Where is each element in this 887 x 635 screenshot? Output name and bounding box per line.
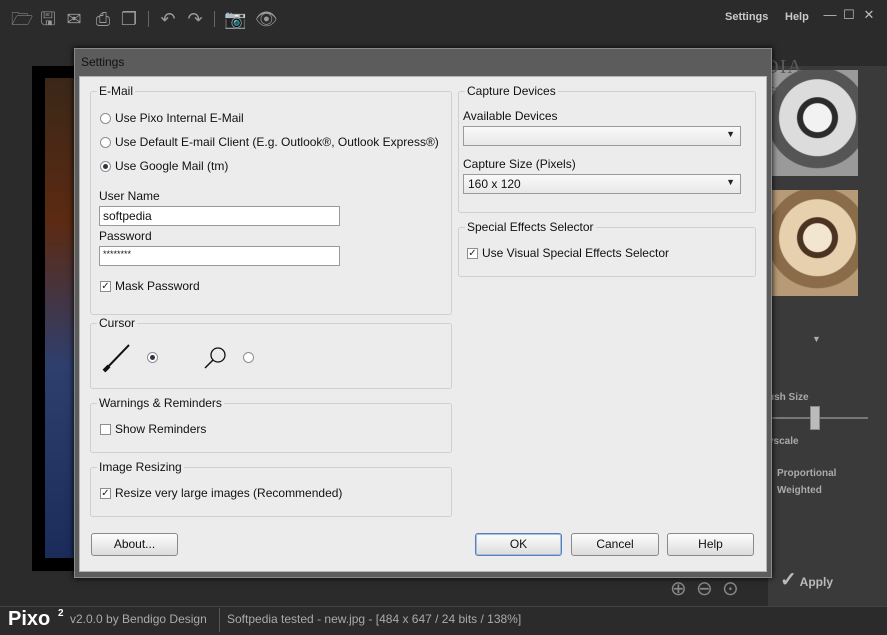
resize-images-checkbox[interactable]: ✓ (100, 488, 111, 499)
dialog-title: Settings (81, 55, 125, 69)
undo-icon[interactable]: ↶ (157, 8, 179, 30)
brush-cursor-icon (102, 344, 130, 373)
maximize-button[interactable]: ☐ (842, 8, 856, 22)
show-reminders-checkbox[interactable] (100, 424, 111, 435)
copy-icon[interactable]: ❐ (118, 8, 140, 30)
radio-pixo-internal-label[interactable]: Use Pixo Internal E-Mail (115, 111, 244, 125)
mask-password-label[interactable]: Mask Password (115, 279, 200, 293)
special-effects-group-title: Special Effects Selector (465, 220, 596, 234)
capture-size-label: Capture Size (Pixels) (463, 157, 576, 171)
print-icon[interactable]: ⎙ (92, 8, 114, 30)
app-logo: Pixo (8, 608, 51, 630)
grayscale-label: yscale (768, 436, 799, 447)
help-button[interactable]: Help (667, 533, 754, 556)
minimize-button[interactable]: — (823, 8, 837, 22)
cancel-button[interactable]: Cancel (571, 533, 659, 556)
ok-button[interactable]: OK (475, 533, 562, 556)
capture-devices-group: Capture Devices Available Devices ▼ Capt… (458, 84, 756, 213)
image-resizing-group: Image Resizing ✓ Resize very large image… (90, 460, 452, 517)
zoom-out-icon[interactable]: ⊖ (696, 576, 713, 601)
radio-default-client-label[interactable]: Use Default E-mail Client (E.g. Outlook®… (115, 135, 439, 149)
username-field[interactable]: softpedia (99, 206, 340, 226)
email-group: E-Mail Use Pixo Internal E-Mail Use Defa… (90, 84, 452, 315)
apply-label: Apply (799, 575, 833, 589)
email-group-title: E-Mail (97, 84, 136, 98)
resize-images-label[interactable]: Resize very large images (Recommended) (115, 486, 342, 500)
capture-size-value: 160 x 120 (468, 177, 521, 191)
version-text: v2.0.0 by Bendigo Design (70, 612, 207, 626)
available-devices-label: Available Devices (463, 109, 558, 123)
app-logo-version-mark: 2 (58, 608, 64, 619)
brush-size-slider[interactable] (810, 406, 820, 430)
dropdown-arrow-icon: ▼ (726, 177, 735, 187)
radio-cursor-magnifier[interactable] (243, 352, 254, 363)
help-link[interactable]: Help (785, 11, 809, 23)
capture-size-select[interactable]: 160 x 120 ▼ (463, 174, 741, 194)
cursor-group: Cursor (90, 316, 452, 389)
capture-devices-group-title: Capture Devices (465, 84, 558, 98)
zoom-fit-icon[interactable]: ⊙ (722, 576, 739, 601)
mask-password-checkbox[interactable]: ✓ (100, 281, 111, 292)
camera-icon[interactable]: 📷 (224, 8, 246, 30)
magnifier-cursor-icon (204, 347, 226, 369)
available-devices-select[interactable]: ▼ (463, 126, 741, 146)
username-label: User Name (99, 189, 160, 203)
dropdown-arrow-icon: ▼ (726, 129, 735, 139)
image-resizing-group-title: Image Resizing (97, 460, 184, 474)
redo-icon[interactable]: ↷ (184, 8, 206, 30)
radio-cursor-brush[interactable] (147, 352, 158, 363)
status-separator (219, 608, 220, 632)
warnings-group: Warnings & Reminders Show Reminders (90, 396, 452, 453)
password-field[interactable]: ******** (99, 246, 340, 266)
radio-google-mail[interactable] (100, 161, 111, 172)
brush-size-label: ush Size (768, 392, 809, 403)
toolbar-separator (148, 11, 149, 27)
proportional-option[interactable]: Proportional (777, 468, 836, 479)
zoom-in-icon[interactable]: ⊕ (670, 576, 687, 601)
visual-effects-checkbox[interactable]: ✓ (467, 248, 478, 259)
radio-google-mail-label[interactable]: Use Google Mail (tm) (115, 159, 228, 173)
show-reminders-label[interactable]: Show Reminders (115, 422, 206, 436)
warnings-group-title: Warnings & Reminders (97, 396, 224, 410)
visual-effects-label[interactable]: Use Visual Special Effects Selector (482, 246, 669, 260)
settings-dialog: Settings E-Mail Use Pixo Internal E-Mail… (74, 48, 772, 578)
status-text: Softpedia tested - new.jpg - [484 x 647 … (227, 612, 522, 626)
eye-icon[interactable]: 👁 (255, 8, 278, 30)
effects-panel: ▼ ush Size yscale Proportional Weighted (768, 66, 887, 606)
main-toolbar: 🗁 🖫 ✉ ⎙ ❐ ↶ ↷ 📷 👁 Settings Help — ☐ ✕ (0, 0, 887, 40)
open-folder-icon[interactable]: 🗁 (11, 8, 33, 30)
checkmark-icon: ✓ (780, 569, 797, 591)
weighted-option[interactable]: Weighted (777, 485, 822, 496)
radio-default-client[interactable] (100, 137, 111, 148)
sepia-thumbnail[interactable] (768, 190, 858, 296)
toolbar-separator (214, 11, 215, 27)
dropdown-arrow-icon[interactable]: ▼ (812, 334, 821, 344)
dialog-body: E-Mail Use Pixo Internal E-Mail Use Defa… (79, 76, 767, 572)
settings-link[interactable]: Settings (725, 11, 768, 23)
cursor-group-title: Cursor (97, 316, 138, 330)
email-icon[interactable]: ✉ (63, 8, 85, 30)
close-button[interactable]: ✕ (862, 8, 876, 22)
password-label: Password (99, 229, 152, 243)
about-button[interactable]: About... (91, 533, 178, 556)
radio-pixo-internal[interactable] (100, 113, 111, 124)
save-icon[interactable]: 🖫 (37, 8, 59, 30)
special-effects-group: Special Effects Selector ✓ Use Visual Sp… (458, 220, 756, 277)
apply-button[interactable]: ✓ Apply (780, 567, 833, 592)
